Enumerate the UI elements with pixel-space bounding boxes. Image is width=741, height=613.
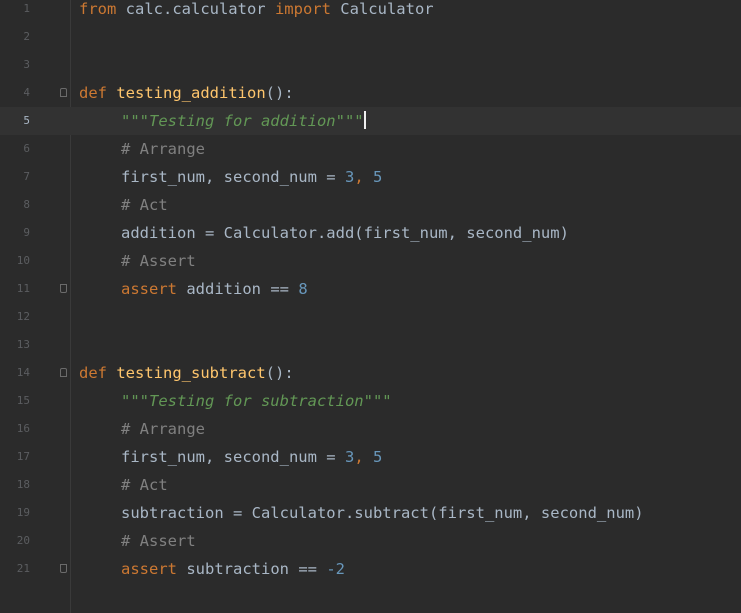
code-line[interactable]: 21 assert subtraction == -2 <box>0 555 741 583</box>
code-text: assert addition == 8 <box>121 280 308 298</box>
line-number: 18 <box>16 478 30 491</box>
code-text: assert subtraction == -2 <box>121 560 345 578</box>
code-line[interactable]: 2 <box>0 23 741 51</box>
code-comment: # Assert <box>121 532 196 550</box>
code-comment: # Act <box>121 476 168 494</box>
line-number: 11 <box>16 282 30 295</box>
fold-end-icon[interactable] <box>60 564 67 573</box>
code-line[interactable]: 18 # Act <box>0 471 741 499</box>
code-line[interactable]: 7 first_num, second_num = 3, 5 <box>0 163 741 191</box>
code-text: first_num, second_num = 3, 5 <box>121 168 383 186</box>
fold-marker-icon[interactable] <box>60 88 67 97</box>
line-number: 8 <box>23 198 30 211</box>
code-line[interactable]: 12 <box>0 303 741 331</box>
line-number: 1 <box>23 2 30 15</box>
code-comment: # Act <box>121 196 168 214</box>
line-number: 19 <box>16 506 30 519</box>
code-line[interactable]: 16 # Arrange <box>0 415 741 443</box>
line-number: 16 <box>16 422 30 435</box>
code-line[interactable]: 19 subtraction = Calculator.subtract(fir… <box>0 499 741 527</box>
fold-end-icon[interactable] <box>60 284 67 293</box>
code-line[interactable]: 15 """Testing for subtraction""" <box>0 387 741 415</box>
code-comment: # Arrange <box>121 140 205 158</box>
code-text: def testing_addition(): <box>79 84 294 102</box>
code-line[interactable]: 8 # Act <box>0 191 741 219</box>
line-number: 20 <box>16 534 30 547</box>
fold-marker-icon[interactable] <box>60 368 67 377</box>
line-number: 15 <box>16 394 30 407</box>
code-docstring: """Testing for subtraction""" <box>121 392 392 410</box>
code-text: subtraction = Calculator.subtract(first_… <box>121 504 644 522</box>
line-number: 7 <box>23 170 30 183</box>
code-text: addition = Calculator.add(first_num, sec… <box>121 224 569 242</box>
code-text: def testing_subtract(): <box>79 364 294 382</box>
code-line[interactable]: 14 def testing_subtract(): <box>0 359 741 387</box>
line-number: 14 <box>16 366 30 379</box>
line-number: 4 <box>23 86 30 99</box>
line-number: 10 <box>16 254 30 267</box>
code-comment: # Arrange <box>121 420 205 438</box>
code-line[interactable]: 9 addition = Calculator.add(first_num, s… <box>0 219 741 247</box>
line-number: 9 <box>23 226 30 239</box>
line-number: 13 <box>16 338 30 351</box>
code-line[interactable]: 6 # Arrange <box>0 135 741 163</box>
code-line[interactable]: 10 # Assert <box>0 247 741 275</box>
code-line[interactable]: 13 <box>0 331 741 359</box>
line-number: 12 <box>16 310 30 323</box>
line-number: 21 <box>16 562 30 575</box>
code-text: """Testing for addition""" <box>121 111 366 130</box>
code-text: from calc.calculator import Calculator <box>79 0 434 18</box>
code-line[interactable]: 1 from calc.calculator import Calculator <box>0 0 741 23</box>
code-line[interactable]: 17 first_num, second_num = 3, 5 <box>0 443 741 471</box>
line-number: 2 <box>23 30 30 43</box>
line-number: 6 <box>23 142 30 155</box>
text-caret <box>363 111 366 129</box>
code-line[interactable]: 11 assert addition == 8 <box>0 275 741 303</box>
code-line[interactable]: 3 <box>0 51 741 79</box>
line-number: 5 <box>23 114 30 127</box>
code-line[interactable]: 4 def testing_addition(): <box>0 79 741 107</box>
code-comment: # Assert <box>121 252 196 270</box>
line-number: 17 <box>16 450 30 463</box>
code-text: first_num, second_num = 3, 5 <box>121 448 383 466</box>
code-editor[interactable]: 1 from calc.calculator import Calculator… <box>0 0 741 613</box>
line-number: 3 <box>23 58 30 71</box>
code-line[interactable]: 20 # Assert <box>0 527 741 555</box>
code-line-current[interactable]: 5 """Testing for addition""" <box>0 107 741 135</box>
